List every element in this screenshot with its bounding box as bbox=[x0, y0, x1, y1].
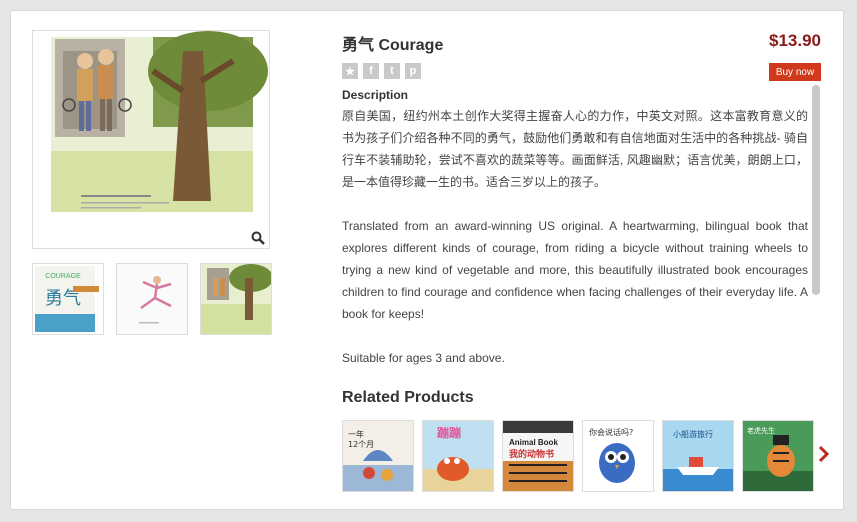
main-product-image[interactable] bbox=[32, 30, 270, 249]
scrollbar-thumb[interactable] bbox=[812, 85, 820, 295]
age-note: Suitable for ages 3 and above. bbox=[342, 351, 505, 365]
related-product-item[interactable]: 你会说话吗? bbox=[582, 420, 654, 492]
related-product-item[interactable]: 小船游旅行 bbox=[662, 420, 734, 492]
social-share-bar: ★ f t p bbox=[342, 63, 421, 79]
svg-text:12个月: 12个月 bbox=[348, 440, 374, 449]
product-title: 勇气 Courage bbox=[342, 37, 444, 54]
description-text: 原自美国，纽约州本土创作大奖得主握奋人心的力作，中英文对照。这本富教育意义的书为… bbox=[342, 105, 808, 375]
thumb-cover-title: COURAGE bbox=[45, 273, 81, 280]
product-panel: COURAGE 勇气 勇气 Courage $13.90 ★ f t p Buy… bbox=[10, 10, 844, 510]
tumblr-icon[interactable]: t bbox=[384, 63, 400, 79]
thumbnail-page[interactable] bbox=[200, 263, 272, 335]
svg-text:小船游旅行: 小船游旅行 bbox=[673, 429, 713, 439]
svg-text:我的动物书: 我的动物书 bbox=[509, 448, 554, 460]
related-product-item[interactable]: 老虎先生 bbox=[742, 420, 814, 492]
star-icon[interactable]: ★ bbox=[342, 63, 358, 79]
description-scrollbar[interactable] bbox=[812, 85, 820, 381]
svg-text:蹦蹦: 蹦蹦 bbox=[437, 425, 461, 440]
description-heading: Description bbox=[342, 88, 409, 102]
product-price: $13.90 bbox=[769, 31, 821, 50]
svg-text:你会说话吗?: 你会说话吗? bbox=[589, 427, 633, 437]
related-product-item[interactable]: Animal Book 我的动物书 bbox=[502, 420, 574, 492]
pinterest-icon[interactable]: p bbox=[405, 63, 421, 79]
svg-text:老虎先生: 老虎先生 bbox=[747, 426, 775, 435]
related-product-item[interactable]: 一年 12个月 bbox=[342, 420, 414, 492]
thumbnail-cover[interactable]: COURAGE 勇气 bbox=[32, 263, 104, 335]
zoom-icon[interactable] bbox=[251, 231, 265, 245]
description-en: Translated from an award-winning US orig… bbox=[342, 219, 808, 321]
buy-now-button[interactable]: Buy now bbox=[769, 63, 821, 81]
chevron-right-icon[interactable] bbox=[817, 445, 831, 463]
thumbnail-girl-jumping[interactable] bbox=[116, 263, 188, 335]
svg-text:一年: 一年 bbox=[348, 429, 364, 439]
description-cn: 原自美国，纽约州本土创作大奖得主握奋人心的力作，中英文对照。这本富教育意义的书为… bbox=[342, 109, 808, 189]
svg-text:Animal Book: Animal Book bbox=[509, 438, 558, 447]
facebook-icon[interactable]: f bbox=[363, 63, 379, 79]
related-products-heading: Related Products bbox=[342, 389, 474, 406]
related-product-item[interactable]: 蹦蹦 bbox=[422, 420, 494, 492]
